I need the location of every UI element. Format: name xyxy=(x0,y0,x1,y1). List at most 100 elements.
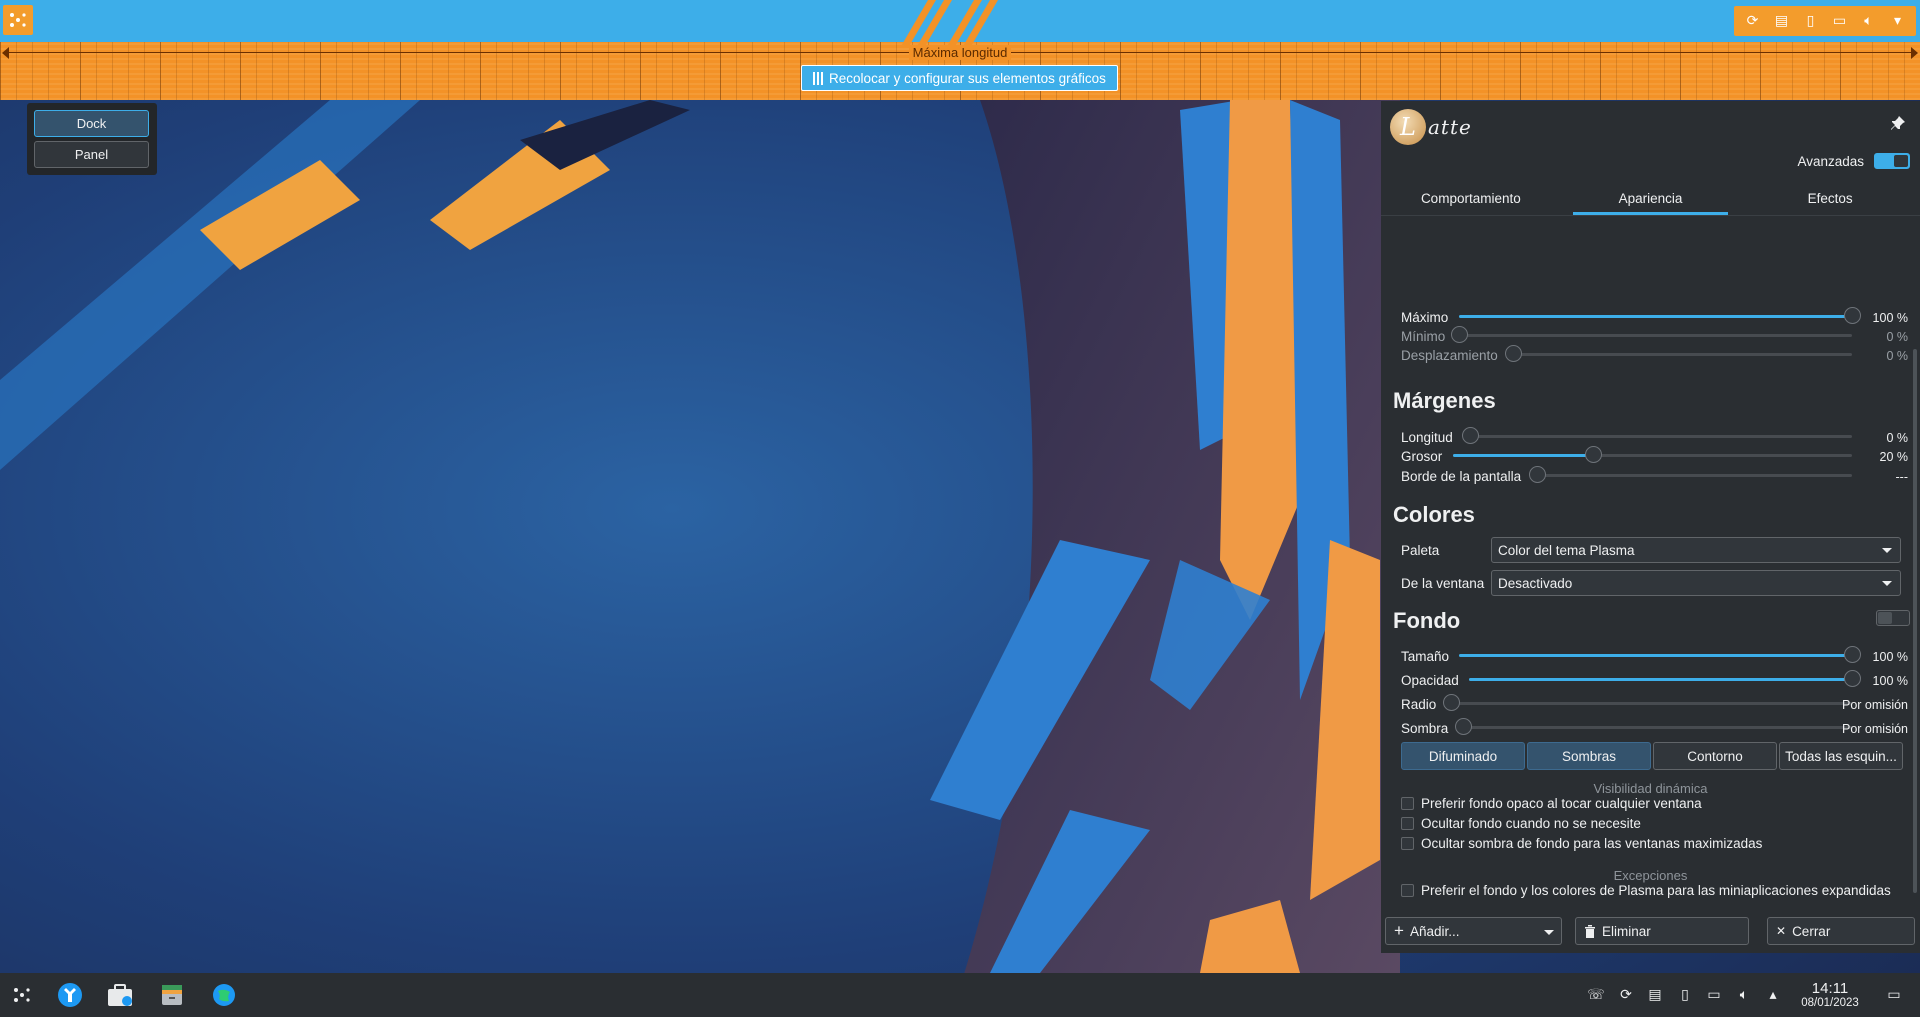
chevron-down-icon xyxy=(1882,548,1892,553)
margins-thickness-value: 20 % xyxy=(1879,450,1909,464)
checkbox[interactable] xyxy=(1401,797,1414,810)
margins-thickness-label: Grosor xyxy=(1401,449,1443,464)
check-hide-background[interactable]: Ocultar fondo cuando no se necesite xyxy=(1401,816,1641,831)
all-corners-button[interactable]: Todas las esquin... xyxy=(1779,742,1903,770)
length-offset-slider[interactable] xyxy=(1505,344,1852,364)
tab-effects[interactable]: Efectos xyxy=(1740,181,1920,215)
settings-scrollbar[interactable] xyxy=(1913,349,1917,893)
length-max-label: Máximo xyxy=(1401,310,1449,325)
expand-arrow-icon[interactable]: ▴ xyxy=(1765,987,1781,1003)
window-colors-label: De la ventana xyxy=(1401,576,1485,591)
update-icon[interactable]: ⟳ xyxy=(1745,13,1761,29)
margins-screen-edge-slider[interactable] xyxy=(1529,465,1852,485)
check-hide-shadow-label: Ocultar sombra de fondo para las ventana… xyxy=(1421,836,1763,851)
tab-behavior[interactable]: Comportamiento xyxy=(1381,181,1561,215)
margins-thickness-slider[interactable] xyxy=(1453,445,1852,465)
clipboard-icon[interactable]: ▤ xyxy=(1774,13,1790,29)
window-colors-select-value: Desactivado xyxy=(1498,575,1573,591)
bg-radius-slider[interactable] xyxy=(1443,693,1852,713)
length-offset-label: Desplazamiento xyxy=(1401,348,1498,363)
remove-button[interactable]: Eliminar xyxy=(1575,917,1749,945)
checkbox[interactable] xyxy=(1401,817,1414,830)
checkbox[interactable] xyxy=(1401,837,1414,850)
margins-section-title: Márgenes xyxy=(1393,388,1496,413)
background-toggle[interactable] xyxy=(1876,610,1910,626)
dock-type-button[interactable]: Dock xyxy=(34,110,149,137)
close-icon: ✕ xyxy=(1776,924,1787,938)
trash-icon xyxy=(1585,924,1595,938)
close-button[interactable]: ✕ Cerrar xyxy=(1767,917,1915,945)
display-icon[interactable]: ▭ xyxy=(1706,987,1722,1003)
length-offset-value: 0 % xyxy=(1886,349,1908,363)
expand-arrow-icon[interactable]: ▾ xyxy=(1890,13,1906,29)
kde-launcher-icon[interactable] xyxy=(8,981,36,1009)
latte-logo: L atte xyxy=(1390,109,1472,145)
application-launcher-button[interactable] xyxy=(3,5,33,35)
top-system-tray: ⟳ ▤ ▯ ▭ 🔈︎ ▾ xyxy=(1734,6,1916,36)
check-hide-shadow[interactable]: Ocultar sombra de fondo para las ventana… xyxy=(1401,836,1762,851)
length-min-slider[interactable] xyxy=(1451,325,1852,345)
blur-button[interactable]: Difuminado xyxy=(1401,742,1525,770)
bg-radius-label: Radio xyxy=(1401,697,1437,712)
dock-type-chooser: Dock Panel xyxy=(27,103,157,175)
bg-radius-value: Por omisión xyxy=(1842,698,1908,712)
file-manager-icon[interactable] xyxy=(158,981,186,1009)
clipboard-icon[interactable]: ▤ xyxy=(1647,987,1663,1003)
clock-time: 14:11 xyxy=(1811,980,1849,997)
volume-icon[interactable]: 🔈︎ xyxy=(1736,987,1752,1003)
volume-icon[interactable]: 🔈︎ xyxy=(1861,13,1877,29)
bg-opacity-slider[interactable] xyxy=(1469,669,1861,689)
check-prefer-plasma-colors[interactable]: Preferir el fondo y los colores de Plasm… xyxy=(1401,883,1891,898)
shadows-button[interactable]: Sombras xyxy=(1527,742,1651,770)
rearrange-widgets-button[interactable]: Recolocar y configurar sus elementos grá… xyxy=(801,65,1118,91)
margins-length-slider[interactable] xyxy=(1462,426,1852,446)
discover-store-icon[interactable] xyxy=(106,981,134,1009)
show-desktop-icon[interactable]: ▭ xyxy=(1886,987,1902,1003)
settings-footer: + Añadir... Eliminar ✕ Cerrar xyxy=(1381,909,1920,953)
update-icon[interactable]: ⟳ xyxy=(1618,987,1634,1003)
add-button-label: Añadir... xyxy=(1409,923,1460,939)
length-max-slider[interactable] xyxy=(1459,306,1861,326)
background-section-title: Fondo xyxy=(1393,608,1461,633)
rearrange-button-label: Recolocar y configurar sus elementos grá… xyxy=(829,70,1106,86)
bg-opacity-label: Opacidad xyxy=(1401,673,1459,688)
advanced-mode-toggle[interactable] xyxy=(1874,153,1910,169)
web-browser-icon[interactable] xyxy=(210,981,238,1009)
bg-shadow-label: Sombra xyxy=(1401,721,1449,736)
tab-appearance[interactable]: Apariencia xyxy=(1561,181,1741,215)
remove-button-label: Eliminar xyxy=(1602,923,1651,939)
exceptions-heading: Excepciones xyxy=(1613,868,1688,883)
panel-type-button[interactable]: Panel xyxy=(34,141,149,168)
margins-screen-edge-value: --- xyxy=(1895,470,1909,484)
check-prefer-opaque[interactable]: Preferir fondo opaco al tocar cualquier … xyxy=(1401,796,1702,811)
drag-handle-stripes[interactable] xyxy=(900,0,1020,48)
removable-device-icon[interactable]: ▯ xyxy=(1677,987,1693,1003)
bg-shadow-value: Por omisión xyxy=(1842,722,1908,736)
outline-button[interactable]: Contorno xyxy=(1653,742,1777,770)
rearrange-icon xyxy=(813,71,824,85)
chevron-down-icon xyxy=(1544,930,1554,935)
kde-connect-icon[interactable]: ☏ xyxy=(1587,987,1605,1003)
removable-device-icon[interactable]: ▯ xyxy=(1803,13,1819,29)
palette-select-value: Color del tema Plasma xyxy=(1498,542,1635,558)
checkbox[interactable] xyxy=(1401,884,1414,897)
bg-size-label: Tamaño xyxy=(1401,649,1450,664)
digital-clock[interactable]: 14:11 08/01/2023 xyxy=(1786,980,1874,1009)
check-hide-background-label: Ocultar fondo cuando no se necesite xyxy=(1421,816,1641,831)
palette-select[interactable]: Color del tema Plasma xyxy=(1491,537,1901,563)
display-icon[interactable]: ▭ xyxy=(1832,13,1848,29)
check-prefer-opaque-label: Preferir fondo opaco al tocar cualquier … xyxy=(1421,796,1702,811)
latte-logo-icon: L xyxy=(1390,109,1426,145)
length-min-value: 0 % xyxy=(1886,330,1908,344)
add-menu-arrow[interactable] xyxy=(1536,917,1562,945)
kde-application-launcher-icon xyxy=(10,13,26,27)
bg-size-slider[interactable] xyxy=(1459,645,1861,665)
advanced-mode-label: Avanzadas xyxy=(1797,154,1864,169)
system-settings-wrench-icon[interactable] xyxy=(56,981,84,1009)
add-button[interactable]: + Añadir... xyxy=(1385,917,1537,945)
bg-opacity-value: 100 % xyxy=(1872,674,1908,688)
pin-icon[interactable] xyxy=(1890,115,1906,131)
bg-shadow-slider[interactable] xyxy=(1455,717,1852,737)
margins-length-value: 0 % xyxy=(1886,431,1908,445)
window-colors-select[interactable]: Desactivado xyxy=(1491,570,1901,596)
